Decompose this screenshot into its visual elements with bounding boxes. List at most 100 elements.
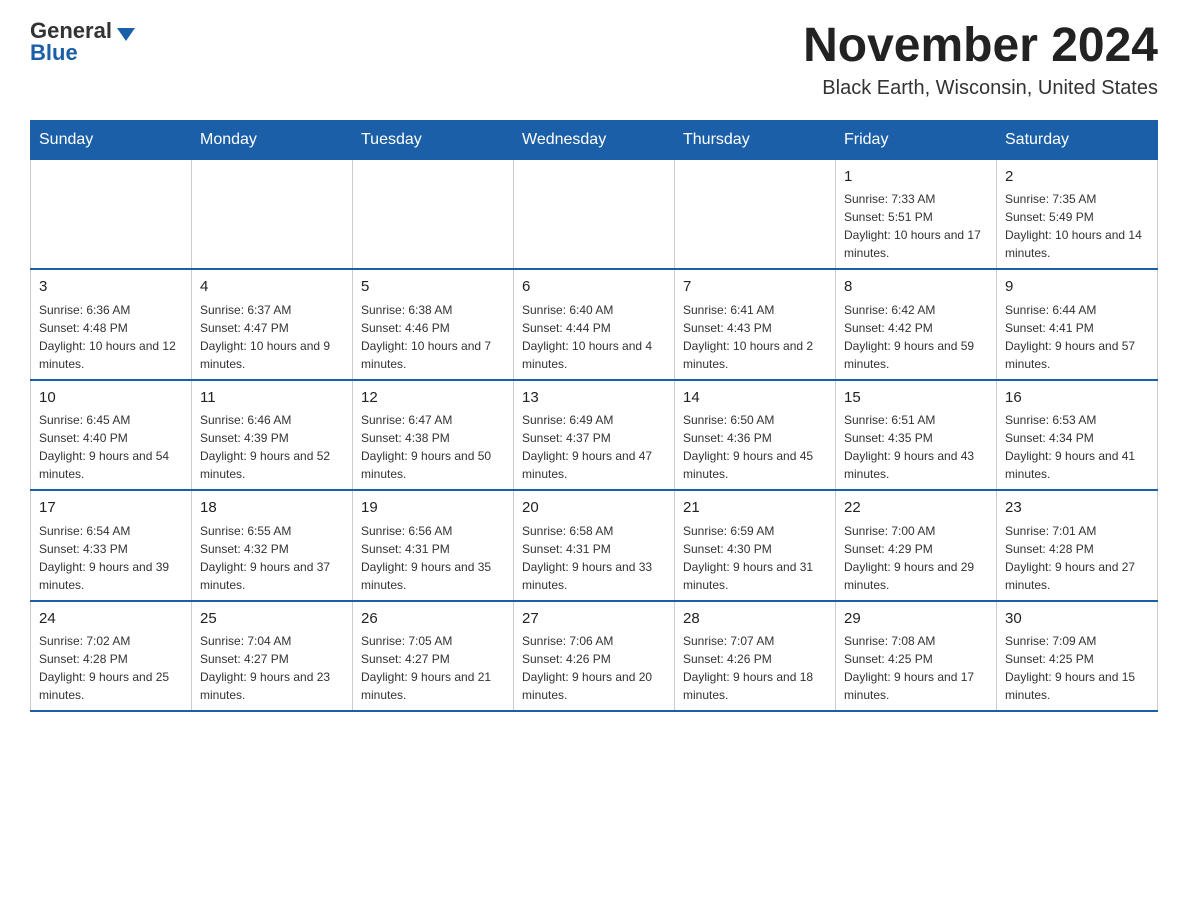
calendar-cell: 29Sunrise: 7:08 AMSunset: 4:25 PMDayligh… <box>836 601 997 712</box>
logo: General Blue <box>30 20 135 64</box>
calendar-cell: 10Sunrise: 6:45 AMSunset: 4:40 PMDayligh… <box>31 380 192 491</box>
calendar-cell: 18Sunrise: 6:55 AMSunset: 4:32 PMDayligh… <box>192 490 353 601</box>
day-number: 15 <box>844 387 988 410</box>
day-number: 19 <box>361 497 505 520</box>
day-number: 5 <box>361 276 505 299</box>
day-number: 3 <box>39 276 183 299</box>
logo-general-text: General <box>30 20 112 42</box>
calendar-cell: 16Sunrise: 6:53 AMSunset: 4:34 PMDayligh… <box>997 380 1158 491</box>
day-number: 24 <box>39 608 183 631</box>
day-info: Sunrise: 6:59 AMSunset: 4:30 PMDaylight:… <box>683 522 827 594</box>
day-info: Sunrise: 7:04 AMSunset: 4:27 PMDaylight:… <box>200 632 344 704</box>
day-info: Sunrise: 6:41 AMSunset: 4:43 PMDaylight:… <box>683 301 827 373</box>
day-info: Sunrise: 6:56 AMSunset: 4:31 PMDaylight:… <box>361 522 505 594</box>
calendar-cell <box>514 159 675 269</box>
calendar-cell: 23Sunrise: 7:01 AMSunset: 4:28 PMDayligh… <box>997 490 1158 601</box>
day-info: Sunrise: 6:47 AMSunset: 4:38 PMDaylight:… <box>361 411 505 483</box>
day-number: 21 <box>683 497 827 520</box>
day-info: Sunrise: 6:46 AMSunset: 4:39 PMDaylight:… <box>200 411 344 483</box>
logo-triangle-icon <box>117 28 135 41</box>
col-header-friday: Friday <box>836 120 997 159</box>
day-info: Sunrise: 6:49 AMSunset: 4:37 PMDaylight:… <box>522 411 666 483</box>
calendar-week-row: 24Sunrise: 7:02 AMSunset: 4:28 PMDayligh… <box>31 601 1158 712</box>
calendar-cell: 24Sunrise: 7:02 AMSunset: 4:28 PMDayligh… <box>31 601 192 712</box>
day-info: Sunrise: 6:45 AMSunset: 4:40 PMDaylight:… <box>39 411 183 483</box>
day-info: Sunrise: 7:00 AMSunset: 4:29 PMDaylight:… <box>844 522 988 594</box>
day-number: 28 <box>683 608 827 631</box>
day-number: 4 <box>200 276 344 299</box>
calendar-cell: 20Sunrise: 6:58 AMSunset: 4:31 PMDayligh… <box>514 490 675 601</box>
day-number: 13 <box>522 387 666 410</box>
day-number: 30 <box>1005 608 1149 631</box>
calendar-cell: 4Sunrise: 6:37 AMSunset: 4:47 PMDaylight… <box>192 269 353 380</box>
day-number: 9 <box>1005 276 1149 299</box>
calendar-cell: 17Sunrise: 6:54 AMSunset: 4:33 PMDayligh… <box>31 490 192 601</box>
calendar-cell: 2Sunrise: 7:35 AMSunset: 5:49 PMDaylight… <box>997 159 1158 269</box>
calendar-week-row: 3Sunrise: 6:36 AMSunset: 4:48 PMDaylight… <box>31 269 1158 380</box>
calendar-cell: 11Sunrise: 6:46 AMSunset: 4:39 PMDayligh… <box>192 380 353 491</box>
day-info: Sunrise: 6:58 AMSunset: 4:31 PMDaylight:… <box>522 522 666 594</box>
day-number: 27 <box>522 608 666 631</box>
day-info: Sunrise: 7:08 AMSunset: 4:25 PMDaylight:… <box>844 632 988 704</box>
day-info: Sunrise: 6:54 AMSunset: 4:33 PMDaylight:… <box>39 522 183 594</box>
day-number: 10 <box>39 387 183 410</box>
day-number: 18 <box>200 497 344 520</box>
day-number: 7 <box>683 276 827 299</box>
day-info: Sunrise: 6:53 AMSunset: 4:34 PMDaylight:… <box>1005 411 1149 483</box>
calendar-cell: 27Sunrise: 7:06 AMSunset: 4:26 PMDayligh… <box>514 601 675 712</box>
col-header-tuesday: Tuesday <box>353 120 514 159</box>
day-number: 14 <box>683 387 827 410</box>
calendar-cell: 3Sunrise: 6:36 AMSunset: 4:48 PMDaylight… <box>31 269 192 380</box>
day-number: 23 <box>1005 497 1149 520</box>
month-title: November 2024 <box>803 20 1158 73</box>
day-number: 26 <box>361 608 505 631</box>
calendar-cell: 30Sunrise: 7:09 AMSunset: 4:25 PMDayligh… <box>997 601 1158 712</box>
day-number: 16 <box>1005 387 1149 410</box>
day-info: Sunrise: 6:55 AMSunset: 4:32 PMDaylight:… <box>200 522 344 594</box>
day-number: 12 <box>361 387 505 410</box>
day-info: Sunrise: 7:05 AMSunset: 4:27 PMDaylight:… <box>361 632 505 704</box>
day-number: 6 <box>522 276 666 299</box>
day-info: Sunrise: 7:02 AMSunset: 4:28 PMDaylight:… <box>39 632 183 704</box>
day-number: 8 <box>844 276 988 299</box>
day-number: 20 <box>522 497 666 520</box>
day-info: Sunrise: 7:35 AMSunset: 5:49 PMDaylight:… <box>1005 190 1149 262</box>
title-area: November 2024 Black Earth, Wisconsin, Un… <box>803 20 1158 100</box>
day-info: Sunrise: 6:40 AMSunset: 4:44 PMDaylight:… <box>522 301 666 373</box>
day-info: Sunrise: 6:42 AMSunset: 4:42 PMDaylight:… <box>844 301 988 373</box>
calendar-cell: 26Sunrise: 7:05 AMSunset: 4:27 PMDayligh… <box>353 601 514 712</box>
calendar-cell: 7Sunrise: 6:41 AMSunset: 4:43 PMDaylight… <box>675 269 836 380</box>
day-info: Sunrise: 6:50 AMSunset: 4:36 PMDaylight:… <box>683 411 827 483</box>
col-header-saturday: Saturday <box>997 120 1158 159</box>
calendar-cell <box>31 159 192 269</box>
calendar-header-row: SundayMondayTuesdayWednesdayThursdayFrid… <box>31 120 1158 159</box>
day-info: Sunrise: 6:44 AMSunset: 4:41 PMDaylight:… <box>1005 301 1149 373</box>
calendar-week-row: 10Sunrise: 6:45 AMSunset: 4:40 PMDayligh… <box>31 380 1158 491</box>
day-number: 22 <box>844 497 988 520</box>
day-info: Sunrise: 7:09 AMSunset: 4:25 PMDaylight:… <box>1005 632 1149 704</box>
day-info: Sunrise: 7:33 AMSunset: 5:51 PMDaylight:… <box>844 190 988 262</box>
calendar-cell: 25Sunrise: 7:04 AMSunset: 4:27 PMDayligh… <box>192 601 353 712</box>
day-info: Sunrise: 6:51 AMSunset: 4:35 PMDaylight:… <box>844 411 988 483</box>
calendar-cell: 1Sunrise: 7:33 AMSunset: 5:51 PMDaylight… <box>836 159 997 269</box>
calendar-week-row: 17Sunrise: 6:54 AMSunset: 4:33 PMDayligh… <box>31 490 1158 601</box>
calendar-cell <box>675 159 836 269</box>
day-info: Sunrise: 6:36 AMSunset: 4:48 PMDaylight:… <box>39 301 183 373</box>
calendar-cell: 15Sunrise: 6:51 AMSunset: 4:35 PMDayligh… <box>836 380 997 491</box>
day-number: 2 <box>1005 166 1149 189</box>
day-number: 25 <box>200 608 344 631</box>
calendar-week-row: 1Sunrise: 7:33 AMSunset: 5:51 PMDaylight… <box>31 159 1158 269</box>
col-header-wednesday: Wednesday <box>514 120 675 159</box>
calendar-cell: 14Sunrise: 6:50 AMSunset: 4:36 PMDayligh… <box>675 380 836 491</box>
day-number: 11 <box>200 387 344 410</box>
calendar-cell: 9Sunrise: 6:44 AMSunset: 4:41 PMDaylight… <box>997 269 1158 380</box>
day-info: Sunrise: 7:07 AMSunset: 4:26 PMDaylight:… <box>683 632 827 704</box>
calendar-cell: 22Sunrise: 7:00 AMSunset: 4:29 PMDayligh… <box>836 490 997 601</box>
calendar-cell: 5Sunrise: 6:38 AMSunset: 4:46 PMDaylight… <box>353 269 514 380</box>
calendar-cell: 13Sunrise: 6:49 AMSunset: 4:37 PMDayligh… <box>514 380 675 491</box>
logo-blue-text: Blue <box>30 42 78 64</box>
day-number: 1 <box>844 166 988 189</box>
calendar-cell: 21Sunrise: 6:59 AMSunset: 4:30 PMDayligh… <box>675 490 836 601</box>
location-subtitle: Black Earth, Wisconsin, United States <box>803 77 1158 100</box>
day-number: 29 <box>844 608 988 631</box>
